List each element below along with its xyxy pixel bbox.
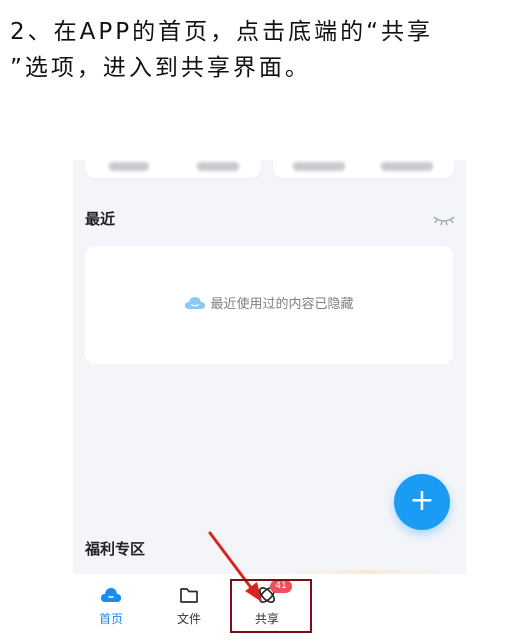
cloud-home-icon [100, 584, 122, 606]
top-card-1[interactable] [85, 160, 261, 178]
top-card-2[interactable] [273, 160, 454, 178]
top-cards-strip [73, 160, 466, 184]
folder-icon [178, 584, 200, 606]
tab-files-label: 文件 [176, 612, 201, 626]
recent-header: 最近 [85, 208, 455, 230]
tab-home-label: 首页 [98, 612, 123, 626]
instruction-line-1: 2、在APP的首页，点击底端的“共享 [10, 19, 434, 45]
instruction-line-2: ”选项，进入到共享界面。 [10, 55, 311, 81]
welfare-title: 福利专区 [85, 540, 146, 558]
tab-home[interactable]: 首页 [81, 574, 141, 630]
recent-title: 最近 [85, 210, 116, 228]
recent-card: 最近使用过的内容已隐藏 [85, 246, 453, 364]
eye-closed-icon[interactable] [433, 212, 455, 226]
cloud-icon [184, 295, 206, 311]
recent-hidden-message: 最近使用过的内容已隐藏 [85, 295, 453, 315]
add-button[interactable]: + [394, 474, 450, 530]
instruction-text: 2、在APP的首页，点击底端的“共享 ”选项，进入到共享界面。 [10, 14, 510, 86]
share-highlight-box [230, 579, 312, 633]
recent-hidden-text: 最近使用过的内容已隐藏 [210, 297, 354, 312]
